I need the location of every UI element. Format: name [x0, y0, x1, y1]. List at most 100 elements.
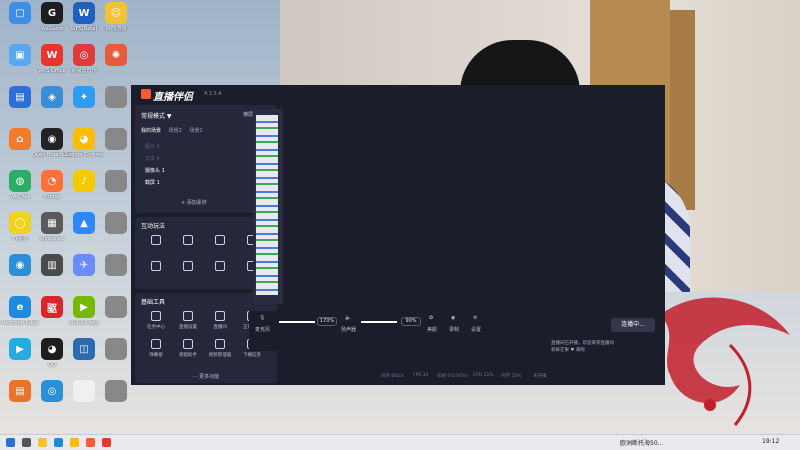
- app-icon: G: [41, 2, 63, 24]
- screen-capture-preview: [256, 115, 278, 295]
- tab-scene-3[interactable]: 场景2: [189, 128, 202, 134]
- desktop-icon[interactable]: [96, 128, 136, 152]
- landscape-toggle[interactable]: 横屏: [243, 111, 253, 118]
- desktop-icon[interactable]: [96, 212, 136, 236]
- desktop-icon[interactable]: [96, 86, 136, 110]
- app-icon: ▣: [9, 44, 31, 66]
- mode-dropdown[interactable]: 常规模式 ▼: [141, 111, 172, 120]
- interactive-tool[interactable]: [173, 261, 203, 274]
- status-fps: FPS 30: [413, 373, 429, 378]
- desktop-icon-label: QQ: [48, 362, 56, 368]
- start-stream-button[interactable]: 连播中...: [611, 318, 655, 332]
- tab-my-scene[interactable]: 我的场景: [141, 128, 161, 134]
- app-icon: [105, 86, 127, 108]
- app-icon: ◉: [41, 128, 63, 150]
- mic-volume[interactable]: 170%: [317, 317, 337, 326]
- settings-label: 设置: [471, 327, 482, 333]
- add-source-button[interactable]: + 添加素材: [181, 199, 207, 206]
- speaker-icon[interactable]: 🔈: [345, 315, 351, 321]
- app-title: 直播伴侣: [153, 92, 193, 103]
- app-icon: ▤: [9, 86, 31, 108]
- app-icon: 驱: [41, 296, 63, 318]
- status-bitrate: 码率 0Kb/s: [381, 374, 404, 379]
- record-icon[interactable]: ◉: [451, 315, 455, 321]
- source-item[interactable]: 文本 4: [145, 155, 160, 162]
- app-icon: ♪: [73, 170, 95, 192]
- danmaku-button[interactable]: 弹幕窗: [141, 339, 171, 358]
- app-icon: [105, 212, 127, 234]
- app-icon: ◕: [41, 338, 63, 360]
- desktop-icon-label: 网易云音乐: [71, 68, 97, 74]
- interactive-tool[interactable]: [173, 235, 203, 248]
- desktop-icon-label: Microsoft Edge: [1, 320, 39, 326]
- interactive-tool[interactable]: [205, 235, 235, 248]
- desktop-icon[interactable]: [96, 338, 136, 362]
- app-icon: [105, 254, 127, 276]
- app-icon: ◈: [41, 86, 63, 108]
- app-icon: ◫: [73, 338, 95, 360]
- mic-slider[interactable]: [279, 321, 315, 323]
- app-icon: ◎: [73, 44, 95, 66]
- taskbar-notification[interactable]: 欧洲断托海50...: [620, 438, 663, 447]
- interactive-tool[interactable]: [141, 235, 171, 248]
- desktop-icon[interactable]: [96, 254, 136, 278]
- app-icon: ▶: [73, 296, 95, 318]
- settings-icon[interactable]: ⚙: [473, 315, 477, 321]
- chrome-icon[interactable]: [70, 438, 79, 447]
- edge-icon[interactable]: [54, 438, 63, 447]
- live-room-button[interactable]: 直播间: [205, 311, 235, 330]
- beauty-icon[interactable]: ✿: [429, 315, 433, 321]
- tool-icon: [151, 261, 161, 271]
- chat-message: 新鲜芒果 ♥ 来啦: [551, 348, 585, 353]
- live-app-icon[interactable]: [86, 438, 95, 447]
- search-icon[interactable]: [22, 438, 31, 447]
- desktop-icon[interactable]: ☺ WPS游戏: [96, 2, 136, 32]
- danmaku-icon: [151, 339, 161, 349]
- start-button-icon[interactable]: [6, 438, 15, 447]
- app-icon: [105, 380, 127, 402]
- chat-message: 直播间已开播，欢迎来到直播间: [551, 341, 614, 346]
- desktop-icon[interactable]: [96, 380, 136, 404]
- desktop-icon[interactable]: ✺: [96, 44, 136, 68]
- video-manager-button[interactable]: 视频管理器: [205, 339, 235, 358]
- interactive-tool[interactable]: [205, 261, 235, 274]
- app-icon: ◉: [9, 254, 31, 276]
- clock[interactable]: 19:12: [762, 438, 779, 445]
- app-icon: ✦: [73, 86, 95, 108]
- app-icon: ▢: [9, 2, 31, 24]
- video-icon: [215, 339, 225, 349]
- section-title: 互动玩法: [141, 223, 166, 230]
- window-helper-button[interactable]: 视窗助手: [173, 339, 203, 358]
- beauty-label: 美颜: [427, 327, 438, 333]
- status-memory: 内存 23%: [501, 374, 522, 379]
- task-center-button[interactable]: 任务中心: [141, 311, 171, 330]
- source-item[interactable]: 截屏 1: [145, 179, 160, 186]
- desktop-icon-label: Minecraft: [40, 236, 64, 242]
- taskbar: 欧洲断托海50... 19:12: [0, 434, 800, 450]
- speaker-slider[interactable]: [361, 321, 397, 323]
- source-item[interactable]: 摄像头 1: [145, 167, 165, 174]
- mic-icon[interactable]: 🎙: [259, 315, 265, 321]
- desktop-icon-label: Google Chrome: [64, 152, 104, 158]
- app-icon: [105, 170, 127, 192]
- app-icon: ▦: [41, 212, 63, 234]
- app-icon: ◯: [9, 212, 31, 234]
- interactive-tool[interactable]: [141, 261, 171, 274]
- file-explorer-icon[interactable]: [38, 438, 47, 447]
- room-icon: [215, 311, 225, 321]
- wps-icon[interactable]: [102, 438, 111, 447]
- app-icon: ◕: [73, 128, 95, 150]
- app-version: 4.3.5.4: [204, 91, 222, 97]
- tab-scene-2[interactable]: 场景2: [169, 128, 182, 134]
- app-icon: e: [9, 296, 31, 318]
- stream-settings-button[interactable]: 直播设置: [173, 311, 203, 330]
- status-cpu: CPU 11%: [473, 373, 494, 378]
- speaker-volume[interactable]: 90%: [401, 317, 421, 326]
- source-item[interactable]: 图片 1: [145, 143, 160, 150]
- desktop-icon[interactable]: [96, 170, 136, 194]
- desktop-icon[interactable]: [96, 296, 136, 320]
- speaker-label: 扬声器: [341, 327, 357, 333]
- tool-icon: [151, 235, 161, 245]
- app-titlebar: 直播伴侣 4.3.5.4: [131, 85, 665, 103]
- app-logo-icon: [141, 89, 151, 99]
